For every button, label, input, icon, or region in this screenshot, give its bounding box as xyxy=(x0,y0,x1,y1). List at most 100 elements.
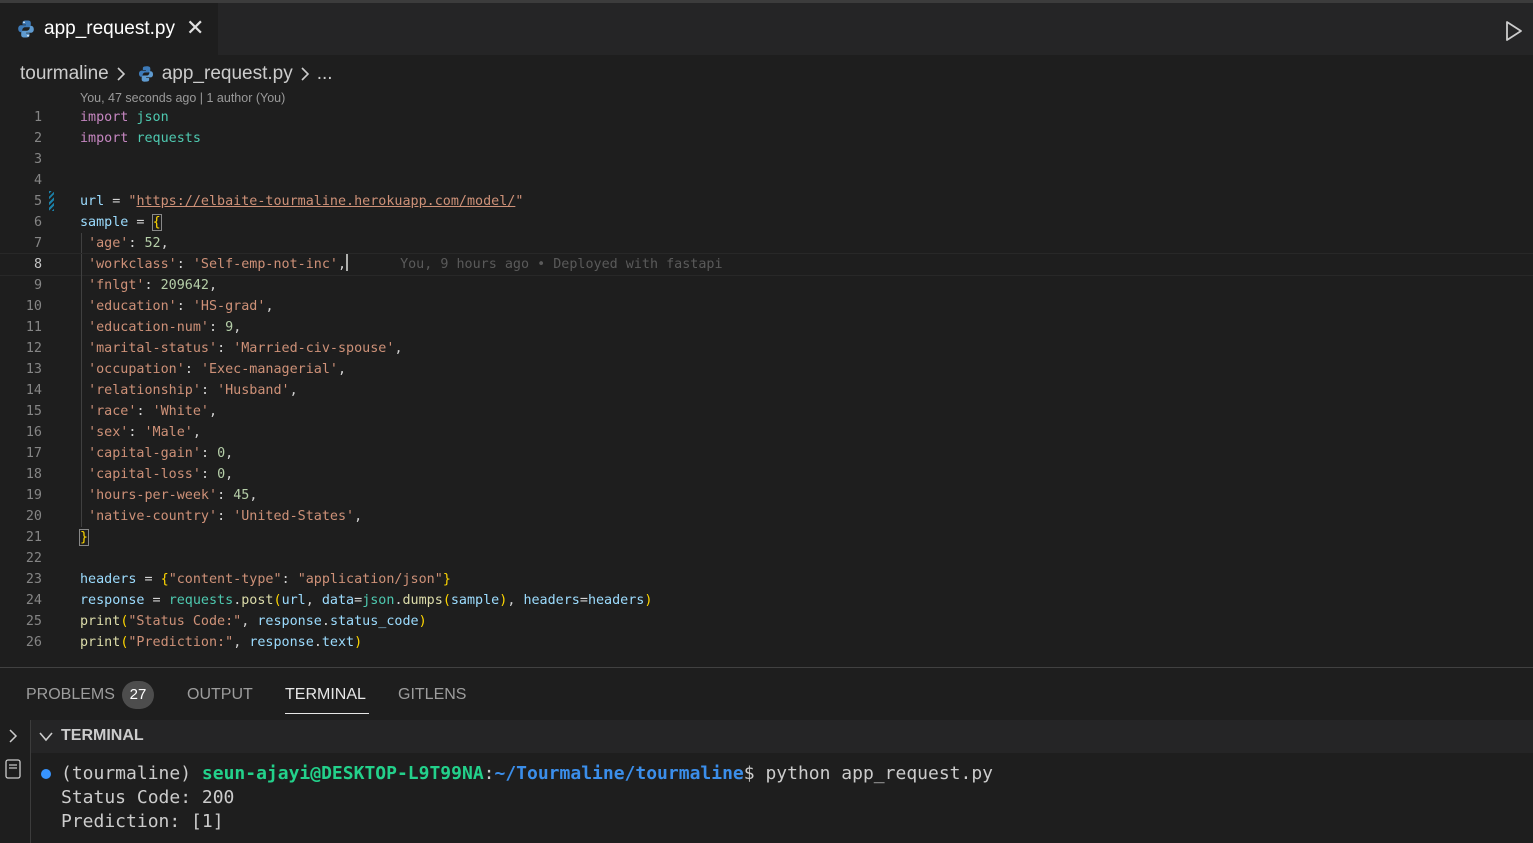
code-line[interactable]: 26 print("Prediction:", response.text) xyxy=(0,632,1533,653)
code-token: : xyxy=(176,299,193,314)
terminal-list-icon[interactable] xyxy=(4,758,24,780)
code-token: ) xyxy=(644,593,653,608)
code-token: , xyxy=(225,467,234,482)
code-token: , xyxy=(338,257,347,272)
code-token: } xyxy=(78,529,90,546)
line-number: 18 xyxy=(25,467,42,482)
code-line[interactable]: 20 'native-country': 'United-States', xyxy=(0,506,1533,527)
code-token: , xyxy=(241,614,258,629)
code-token: data xyxy=(321,593,355,608)
code-line[interactable]: 25 print("Status Code:", response.status_… xyxy=(0,611,1533,632)
code-token: text xyxy=(321,635,355,650)
code-token: 'capital-gain' xyxy=(88,446,201,461)
terminal-output[interactable]: (tourmaline) seun-ajayi@DESKTOP-L9T99NA:… xyxy=(31,753,1533,843)
code-line[interactable]: 6 sample = { xyxy=(0,212,1533,233)
code-line[interactable]: 16 'sex': 'Male', xyxy=(0,422,1533,443)
line-number: 23 xyxy=(25,572,42,587)
code-text: url = "https://elbaite-tourmaline.heroku… xyxy=(80,191,523,212)
code-line[interactable]: 8 'workclass': 'Self-emp-not-inc', You, 9… xyxy=(0,253,1533,276)
breadcrumb-file[interactable]: app_request.py xyxy=(162,63,293,85)
line-number: 26 xyxy=(25,635,42,650)
code-token: : xyxy=(217,341,234,356)
code-token: headers xyxy=(523,593,580,608)
line-number: 6 xyxy=(33,215,42,230)
code-token: , xyxy=(265,299,274,314)
code-token: import xyxy=(80,110,129,125)
breadcrumb-folder[interactable]: tourmaline xyxy=(20,63,109,85)
code-line[interactable]: 23 headers = {"content-type": "applicatio… xyxy=(0,569,1533,590)
code-line[interactable]: 10 'education': 'HS-grad', xyxy=(0,296,1533,317)
tab-gitlens[interactable]: GITLENS xyxy=(398,686,466,704)
codelens-blame[interactable]: You, 47 seconds ago | 1 author (You) xyxy=(80,91,285,105)
line-number: 9 xyxy=(33,278,42,293)
code-line[interactable]: 21} xyxy=(0,527,1533,548)
chevron-right-icon[interactable] xyxy=(6,728,20,744)
terminal-cwd: ~/Tourmaline/tourmaline xyxy=(494,763,744,784)
code-token: print xyxy=(80,614,121,629)
command-status-dot[interactable] xyxy=(41,769,51,779)
code-text: 'hours-per-week': 45, xyxy=(80,485,257,506)
code-text: 'sex': 'Male', xyxy=(80,422,201,443)
code-text: 'age': 52, xyxy=(80,233,169,254)
code-line[interactable]: 19 'hours-per-week': 45, xyxy=(0,485,1533,506)
code-text: 'education': 'HS-grad', xyxy=(80,296,274,317)
code-text: 'fnlgt': 209642, xyxy=(80,275,217,296)
code-token: headers xyxy=(587,593,645,608)
tab-terminal[interactable]: TERMINAL xyxy=(285,686,369,714)
code-line[interactable]: 4 xyxy=(0,170,1533,191)
code-line[interactable]: 17 'capital-gain': 0, xyxy=(0,443,1533,464)
code-token: , xyxy=(225,446,234,461)
line-number: 14 xyxy=(25,383,42,398)
close-tab-icon[interactable]: ✕ xyxy=(186,16,204,42)
code-line[interactable]: 18 'capital-loss': 0, xyxy=(0,464,1533,485)
code-line[interactable]: 5 url = "https://elbaite-tourmaline.herok… xyxy=(0,191,1533,212)
tab-problems[interactable]: PROBLEMS xyxy=(26,686,115,704)
code-token: , xyxy=(192,425,201,440)
code-token: , xyxy=(338,362,347,377)
line-number: 17 xyxy=(25,446,42,461)
code-line[interactable]: 2 import requests xyxy=(0,128,1533,149)
code-line[interactable]: 13 'occupation': 'Exec-managerial', xyxy=(0,359,1533,380)
code-text: 'relationship': 'Husband', xyxy=(80,380,298,401)
terminal-output-prediction: Prediction: [1] xyxy=(61,811,224,832)
code-text: response = requests.post(url, data=json.… xyxy=(80,590,652,611)
breadcrumb-more[interactable]: ... xyxy=(317,63,333,85)
code-line[interactable]: 12 'marital-status': 'Married-civ-spouse… xyxy=(0,338,1533,359)
inline-blame-annotation[interactable]: You, 9 hours ago • Deployed with fastapi xyxy=(400,257,722,272)
code-token: : xyxy=(209,320,226,335)
code-line[interactable]: 22 xyxy=(0,548,1533,569)
code-token: 'hours-per-week' xyxy=(88,488,218,503)
code-token: "Status Code:" xyxy=(128,614,242,629)
code-text: 'marital-status': 'Married-civ-spouse', xyxy=(80,338,402,359)
tab-output[interactable]: OUTPUT xyxy=(187,686,253,704)
code-token: = xyxy=(136,572,161,587)
code-text: import requests xyxy=(80,128,201,149)
code-text: 'capital-loss': 0, xyxy=(80,464,233,485)
code-token: json xyxy=(362,593,395,608)
run-python-file-icon[interactable] xyxy=(1503,19,1525,43)
terminal-section-header[interactable]: TERMINAL xyxy=(31,720,1533,753)
code-line[interactable]: 11 'education-num': 9, xyxy=(0,317,1533,338)
code-line[interactable]: 15 'race': 'White', xyxy=(0,401,1533,422)
code-token: https://elbaite-tourmaline.herokuapp.com… xyxy=(136,194,516,209)
tab-app-request[interactable]: app_request.py ✕ xyxy=(0,3,218,55)
code-token: headers xyxy=(80,572,137,587)
code-line[interactable]: 24 response = requests.post(url, data=jso… xyxy=(0,590,1533,611)
code-line[interactable]: 7 'age': 52, xyxy=(0,233,1533,254)
code-editor[interactable]: 1 import json 2 import requests 3 4 5 url = "ht… xyxy=(0,107,1533,653)
code-token: : xyxy=(281,572,298,587)
code-line[interactable]: 1 import json xyxy=(0,107,1533,128)
line-number: 25 xyxy=(25,614,42,629)
conda-env: (tourmaline) xyxy=(61,763,202,784)
code-line[interactable]: 14 'relationship': 'Husband', xyxy=(0,380,1533,401)
code-token: : xyxy=(128,236,145,251)
code-token: 'sex' xyxy=(88,425,129,440)
code-token: , xyxy=(209,404,218,419)
code-token: sample xyxy=(80,215,129,230)
code-line[interactable]: 3 xyxy=(0,149,1533,170)
code-line[interactable]: 9 'fnlgt': 209642, xyxy=(0,275,1533,296)
